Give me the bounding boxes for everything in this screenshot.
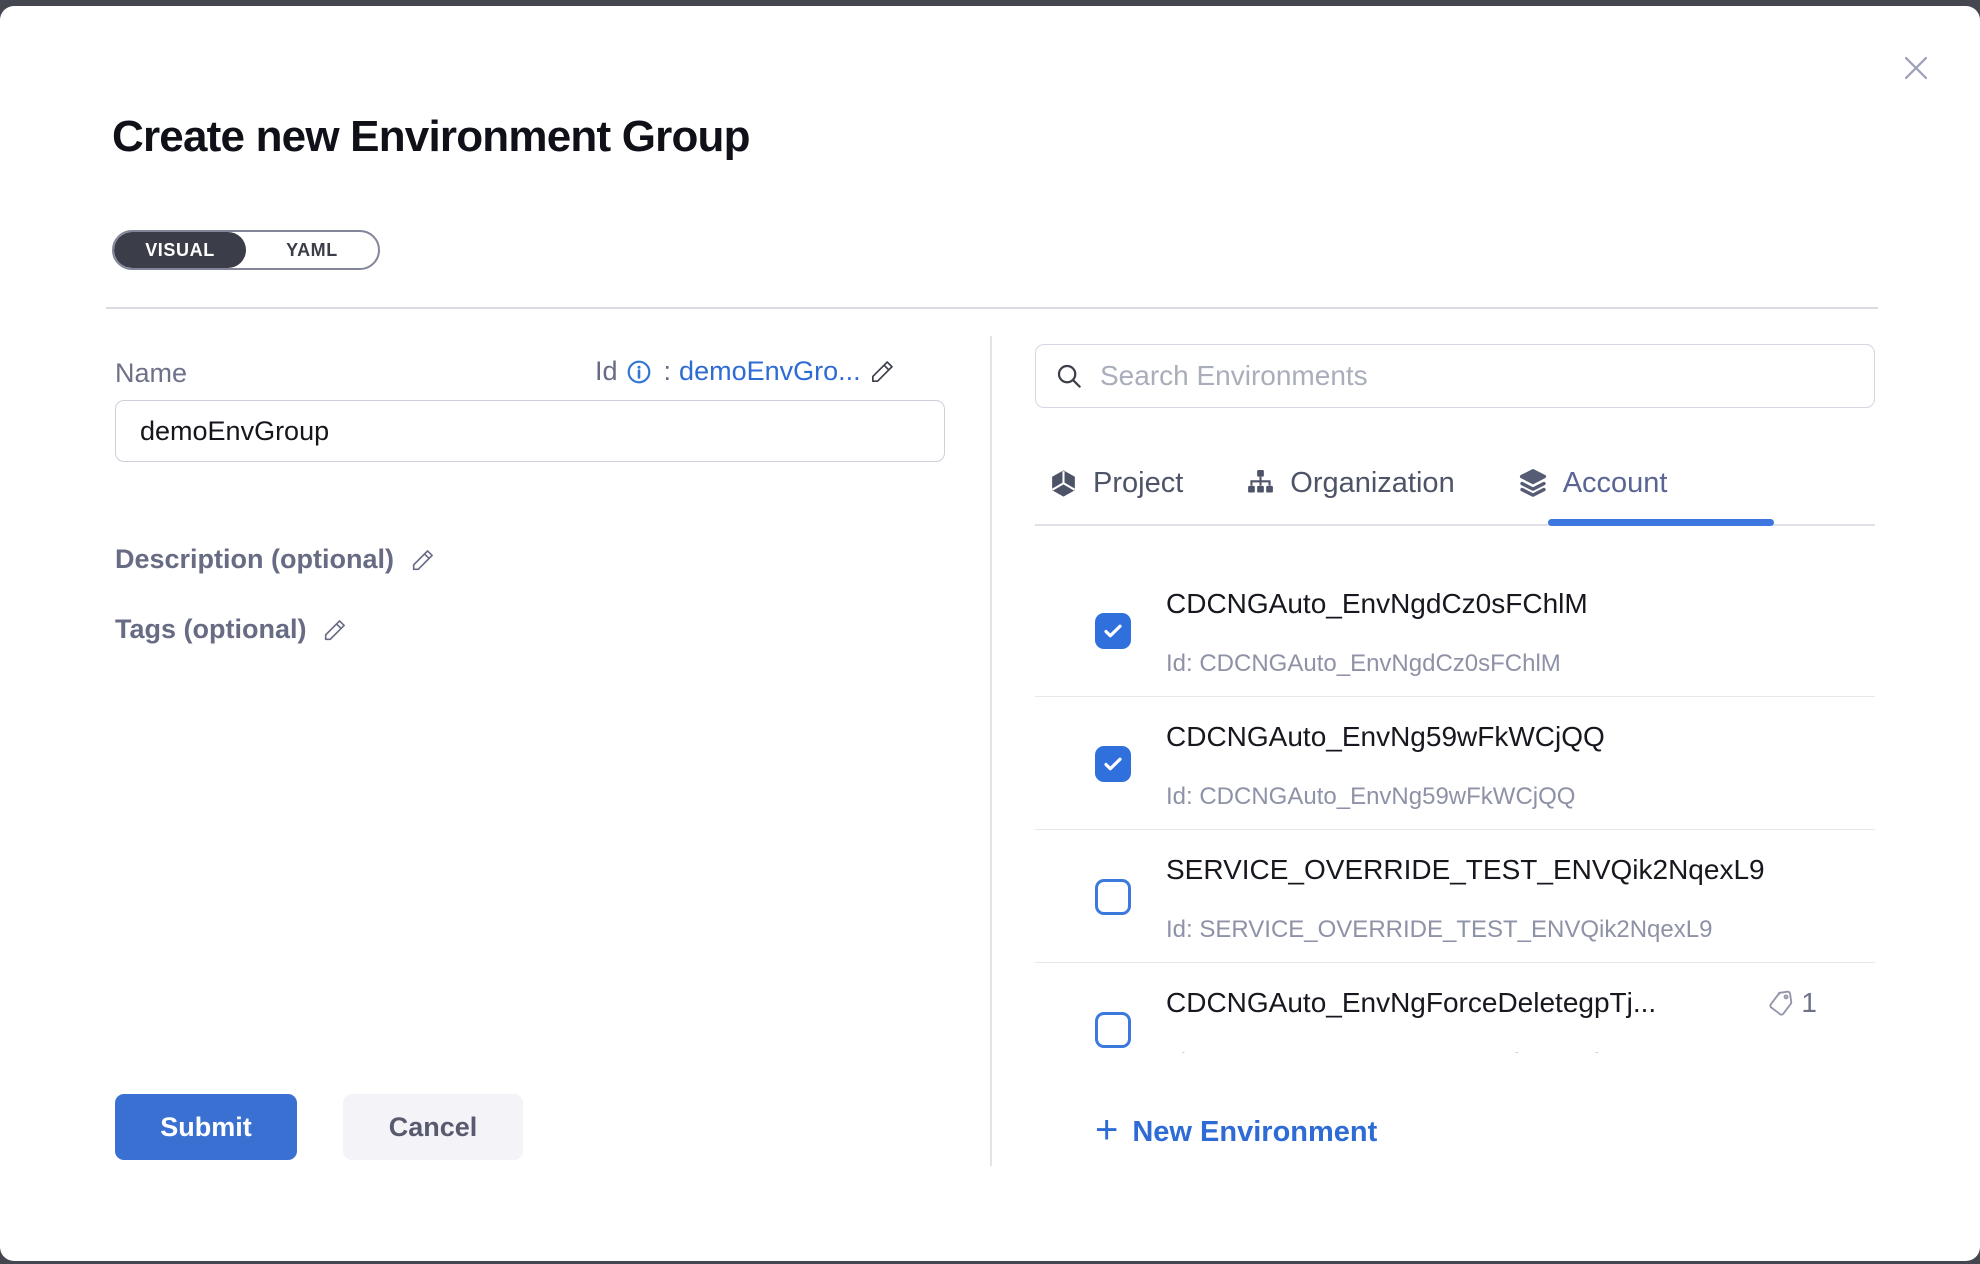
description-row: Description (optional) [115,544,436,575]
edit-id-icon[interactable] [869,358,896,385]
cancel-button[interactable]: Cancel [343,1094,523,1160]
tag-icon [1767,989,1795,1017]
environment-checkbox[interactable] [1095,613,1131,649]
environment-name: CDCNGAuto_EnvNg59wFkWCjQQ [1166,721,1605,753]
new-environment-button[interactable]: + New Environment [1095,1112,1377,1152]
environment-search [1035,344,1875,408]
environment-id: Id: CDCNGAuto_EnvNg59wFkWCjQQ [1166,783,1575,811]
active-tab-underline [1548,519,1774,526]
entity-id-value[interactable]: demoEnvGro... [679,356,861,387]
toggle-visual[interactable]: VISUAL [114,232,246,268]
description-label: Description (optional) [115,544,394,575]
id-colon: : [664,356,672,387]
tab-organization-label: Organization [1290,467,1454,500]
close-icon[interactable] [1894,46,1938,90]
environment-checkbox[interactable] [1095,1012,1131,1048]
layers-icon [1517,467,1549,499]
info-icon[interactable] [626,359,652,385]
tab-project-label: Project [1093,467,1183,500]
environment-row[interactable]: CDCNGAuto_EnvNgForceDeletegpTj... Id: CD… [1035,963,1875,1053]
tags-row: Tags (optional) [115,614,348,645]
environment-row[interactable]: CDCNGAuto_EnvNg59wFkWCjQQ Id: CDCNGAuto_… [1035,697,1875,830]
environment-id: Id: CDCNGAuto_EnvNgdCz0sFChlM [1166,650,1561,678]
dialog-actions: Submit Cancel [115,1094,523,1160]
submit-button[interactable]: Submit [115,1094,297,1160]
search-input[interactable] [1100,360,1856,392]
name-input[interactable] [115,400,945,462]
create-env-group-dialog: Create new Environment Group VISUAL YAML… [0,6,1980,1261]
org-chart-icon [1245,468,1276,499]
environment-list: CDCNGAuto_EnvNgdCz0sFChlM Id: CDCNGAuto_… [1035,526,1875,1053]
environment-id: Id: SERVICE_OVERRIDE_TEST_ENVQik2NqexL9 [1166,916,1712,944]
column-divider [990,336,992,1166]
tag-count-badge: 1 [1767,987,1817,1019]
environment-name: SERVICE_OVERRIDE_TEST_ENVQik2NqexL9 [1166,854,1765,886]
name-label: Name [115,358,187,389]
edit-tags-icon[interactable] [322,617,348,643]
environment-checkbox[interactable] [1095,746,1131,782]
environment-name: CDCNGAuto_EnvNgdCz0sFChlM [1166,588,1588,620]
new-environment-label: New Environment [1132,1116,1377,1149]
plus-icon: + [1095,1110,1118,1150]
header-divider [106,307,1878,309]
environment-row[interactable]: SERVICE_OVERRIDE_TEST_ENVQik2NqexL9 Id: … [1035,830,1875,963]
edit-description-icon[interactable] [410,547,436,573]
environment-row[interactable]: CDCNGAuto_EnvNgdCz0sFChlM Id: CDCNGAuto_… [1035,564,1875,697]
tab-organization[interactable]: Organization [1245,467,1454,500]
tab-account[interactable]: Account [1517,467,1668,500]
tags-label: Tags (optional) [115,614,306,645]
tab-project[interactable]: Project [1048,467,1183,500]
page-title: Create new Environment Group [112,112,750,162]
search-icon [1054,361,1084,391]
id-label: Id [595,356,618,387]
environment-name: CDCNGAuto_EnvNgForceDeletegpTj... [1166,987,1656,1019]
entity-id-row: Id : demoEnvGro... [595,356,955,387]
environment-checkbox[interactable] [1095,879,1131,915]
environment-id: Id: CDCNGAuto_EnvNgForceDeletegpTjXHQYQ [1166,1049,1686,1053]
scope-tabs: Project Organization [1048,450,1668,516]
tab-account-label: Account [1563,467,1668,500]
visual-yaml-toggle: VISUAL YAML [112,230,380,270]
toggle-yaml[interactable]: YAML [246,232,378,268]
cube-icon [1048,468,1079,499]
